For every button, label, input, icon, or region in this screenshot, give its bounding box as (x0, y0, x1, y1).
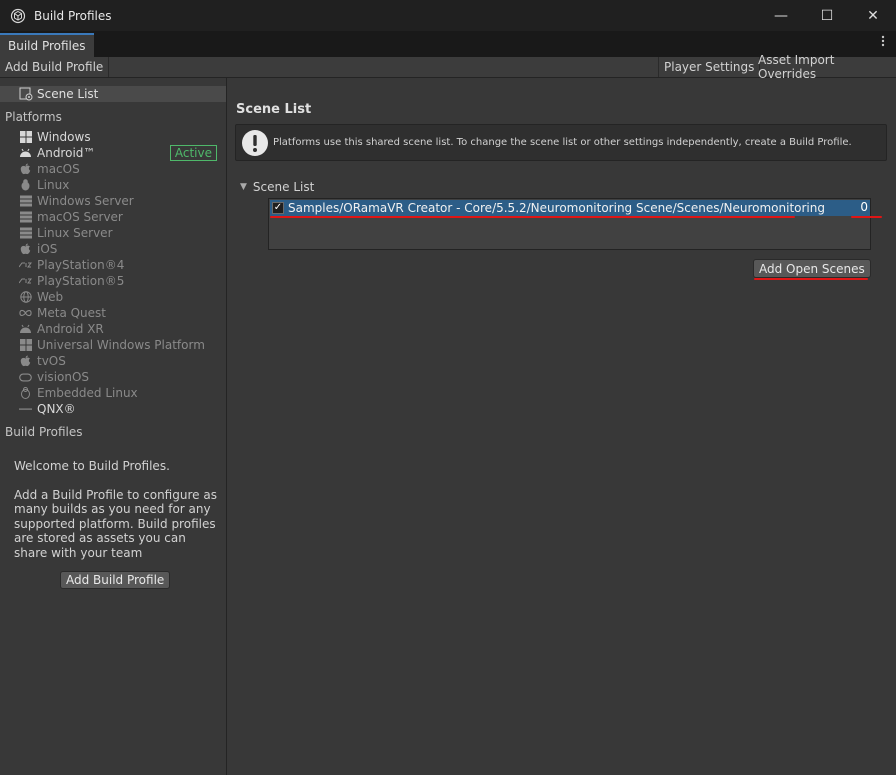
welcome-title: Welcome to Build Profiles. (14, 459, 170, 473)
sidebar-item-embedded-linux[interactable]: Embedded Linux (0, 385, 226, 401)
platform-label: tvOS (37, 354, 66, 368)
sidebar-item-web[interactable]: Web (0, 289, 226, 305)
sidebar: Scene List Platforms Windows Android™ Ac… (0, 78, 227, 775)
platform-label: Windows (37, 130, 91, 144)
sidebar-item-ios[interactable]: iOS (0, 241, 226, 257)
tab-build-profiles[interactable]: Build Profiles (0, 33, 94, 57)
platform-label: QNX® (37, 402, 76, 416)
scene-path: Samples/ORamaVR Creator - Core/5.5.2/Neu… (288, 201, 825, 215)
warning-icon (242, 129, 268, 156)
apple-icon (19, 355, 32, 368)
annotation-underline (851, 216, 882, 218)
scene-list-icon (19, 87, 33, 101)
platform-label: iOS (37, 242, 58, 256)
sidebar-item-linux[interactable]: Linux (0, 177, 226, 193)
sidebar-item-linux-server[interactable]: Linux Server (0, 225, 226, 241)
sidebar-item-label: Scene List (37, 87, 99, 101)
add-build-profile-button[interactable]: Add Build Profile (60, 571, 171, 589)
platform-label: macOS (37, 162, 80, 176)
main-panel: Scene List Platforms use this shared sce… (228, 78, 896, 775)
foldout-label: Scene List (252, 180, 315, 194)
sidebar-item-meta-quest[interactable]: Meta Quest (0, 305, 226, 321)
welcome-text: Welcome to Build Profiles. Add a Build P… (14, 459, 219, 574)
qnx-icon (19, 403, 32, 416)
sidebar-item-android-xr[interactable]: Android XR (0, 321, 226, 337)
sidebar-item-visionos[interactable]: visionOS (0, 369, 226, 385)
platforms-heading: Platforms (5, 110, 62, 124)
close-button[interactable]: ✕ (850, 0, 896, 31)
globe-icon (19, 291, 32, 304)
more-options-icon[interactable] (880, 35, 886, 51)
sidebar-item-qnx[interactable]: QNX® (0, 401, 226, 417)
build-profiles-heading: Build Profiles (5, 425, 83, 439)
scene-build-index: 0 (860, 200, 868, 214)
asset-import-overrides-button[interactable]: Asset Import Overrides (753, 53, 896, 81)
windows-icon (19, 339, 32, 352)
scene-enabled-checkbox[interactable]: ✓ (272, 202, 284, 214)
linux-icon (19, 387, 32, 400)
sidebar-item-windows-server[interactable]: Windows Server (0, 193, 226, 209)
server-icon (19, 211, 32, 224)
platform-label: Linux (37, 178, 70, 192)
sidebar-item-playstation4[interactable]: PlayStation®4 (0, 257, 226, 273)
ps5-icon (19, 275, 32, 288)
add-open-scenes-button[interactable]: Add Open Scenes (753, 259, 871, 278)
sidebar-item-tvos[interactable]: tvOS (0, 353, 226, 369)
platform-label: visionOS (37, 370, 90, 384)
scene-list-foldout[interactable]: ▼ Scene List (240, 180, 314, 194)
platform-label: PlayStation®5 (37, 274, 125, 288)
apple-icon (19, 163, 32, 176)
annotation-underline (270, 216, 795, 218)
sidebar-item-playstation5[interactable]: PlayStation®5 (0, 273, 226, 289)
page-title: Scene List (236, 102, 312, 117)
title-bar: Build Profiles — ☐ ✕ (0, 0, 896, 31)
sidebar-item-macos-server[interactable]: macOS Server (0, 209, 226, 225)
add-build-profile-toolbar-button[interactable]: Add Build Profile (0, 57, 110, 77)
scene-list-box: ✓ Samples/ORamaVR Creator - Core/5.5.2/N… (268, 198, 871, 250)
server-icon (19, 227, 32, 240)
ps4-icon (19, 259, 32, 272)
welcome-body: Add a Build Profile to configure as many… (14, 487, 217, 560)
meta-icon (19, 307, 32, 320)
table-row[interactable]: ✓ Samples/ORamaVR Creator - Core/5.5.2/N… (270, 200, 870, 216)
sidebar-item-uwp[interactable]: Universal Windows Platform (0, 337, 226, 353)
unity-logo-icon (10, 8, 26, 23)
toolbar: Add Build Profile Player Settings Asset … (0, 53, 896, 81)
platform-label: Android XR (37, 322, 104, 336)
player-settings-button[interactable]: Player Settings (658, 57, 761, 77)
platform-label: Embedded Linux (37, 386, 138, 400)
vision-icon (19, 371, 32, 384)
platform-label: macOS Server (37, 210, 123, 224)
window-title: Build Profiles (34, 8, 112, 23)
foldout-arrow-icon[interactable]: ▼ (240, 182, 247, 192)
linux-icon (19, 179, 32, 192)
platform-label: Web (37, 290, 64, 304)
platform-label: Universal Windows Platform (37, 338, 205, 352)
android-icon (19, 147, 32, 160)
platform-label: Android™ (37, 146, 96, 160)
maximize-button[interactable]: ☐ (804, 0, 850, 31)
active-badge: Active (169, 145, 217, 161)
android-icon (19, 323, 32, 336)
platform-label: Windows Server (37, 194, 134, 208)
info-help-box: Platforms use this shared scene list. To… (235, 124, 887, 161)
sidebar-item-scene-list[interactable]: Scene List (0, 86, 226, 102)
apple-icon (19, 243, 32, 256)
annotation-underline (754, 278, 868, 280)
server-icon (19, 195, 32, 208)
windows-icon (19, 131, 32, 144)
minimize-button[interactable]: — (758, 0, 804, 31)
platform-label: PlayStation®4 (37, 258, 125, 272)
sidebar-item-macos[interactable]: macOS (0, 161, 226, 177)
window-controls: — ☐ ✕ (758, 0, 896, 31)
platform-label: Linux Server (37, 226, 113, 240)
platform-label: Meta Quest (37, 306, 106, 320)
sidebar-item-android[interactable]: Android™ Active (0, 145, 226, 161)
help-message: Platforms use this shared scene list. To… (273, 137, 852, 148)
sidebar-item-windows[interactable]: Windows (0, 129, 226, 145)
